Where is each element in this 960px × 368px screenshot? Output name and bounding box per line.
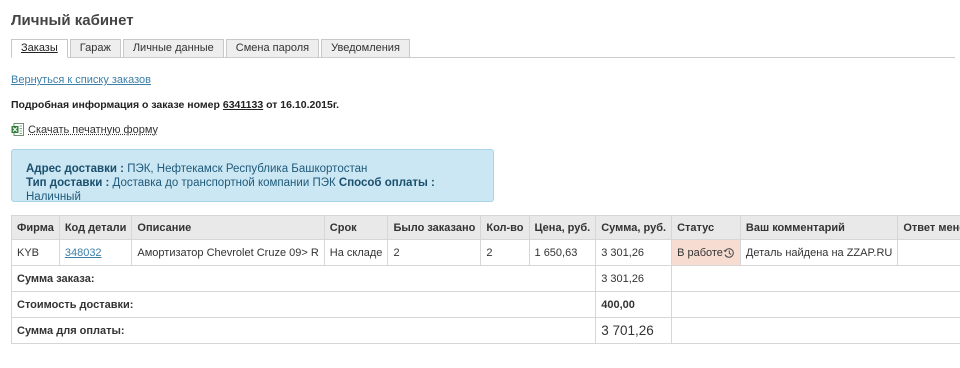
tab-personal-data[interactable]: Личные данные <box>122 39 224 58</box>
delivery-cost-label: Стоимость доставки: <box>10 291 597 318</box>
cell-part-code: 348032 <box>58 239 133 266</box>
order-items-table: Фирма Код детали Описание Срок Было зака… <box>10 215 960 344</box>
order-info: Подробная информация о заказе номер 6341… <box>11 99 339 111</box>
col-comment: Ваш комментарий <box>739 215 899 240</box>
order-sum-label: Сумма заказа: <box>10 265 597 292</box>
col-part-code: Код детали <box>58 215 133 240</box>
delivery-address-label: Адрес доставки : <box>26 163 124 175</box>
col-qty: Кол-во <box>480 215 530 240</box>
order-date: от 16.10.2015г. <box>266 99 340 111</box>
col-sum: Сумма, руб. <box>595 215 673 240</box>
summary-row-order-sum: Сумма заказа: 3 301,26 <box>10 265 960 292</box>
col-price: Цена, руб. <box>528 215 597 240</box>
back-to-orders-link[interactable]: Вернуться к списку заказов <box>11 74 151 86</box>
cell-comment: Деталь найдена на ZZAP.RU <box>739 239 899 266</box>
cell-description: Амортизатор Chevrolet Cruze 09> R <box>131 239 325 266</box>
tab-notifications[interactable]: Уведомления <box>321 39 410 58</box>
tabs-divider <box>11 57 955 58</box>
delivery-address-line: Адрес доставки : ПЭК, Нефтекамск Республ… <box>26 162 479 176</box>
cell-qty: 2 <box>480 239 530 266</box>
cell-ordered: 2 <box>387 239 482 266</box>
part-code-link[interactable]: 348032 <box>65 247 102 259</box>
history-icon[interactable] <box>723 247 735 259</box>
tab-orders[interactable]: Заказы <box>11 39 68 58</box>
order-info-prefix: Подробная информация о заказе номер <box>11 99 220 111</box>
total-value: 3 701,26 <box>595 317 673 344</box>
cell-price: 1 650,63 <box>528 239 597 266</box>
col-term: Срок <box>323 215 389 240</box>
delivery-type-value: Доставка до транспортной компании ПЭК <box>112 177 336 189</box>
tab-bar: Заказы Гараж Личные данные Смена пароля … <box>11 39 412 58</box>
cell-brand: KYB <box>11 239 60 266</box>
summary-row-delivery: Стоимость доставки: 400,00 <box>10 291 960 318</box>
cell-status: В работе <box>671 239 741 266</box>
cell-sum: 3 301,26 <box>595 239 673 266</box>
col-description: Описание <box>131 215 325 240</box>
status-label: В работе <box>677 246 723 259</box>
delivery-info-box: Адрес доставки : ПЭК, Нефтекамск Республ… <box>11 149 494 204</box>
total-label: Сумма для оплаты: <box>10 317 597 344</box>
order-sum-value: 3 301,26 <box>595 265 673 292</box>
status-content: В работе <box>677 247 735 259</box>
order-number: 6341133 <box>222 99 264 111</box>
download-print-form-link[interactable]: Скачать печатную форму <box>28 124 158 136</box>
delivery-type-line: Тип доставки : Доставка до транспортной … <box>26 176 479 204</box>
tab-garage[interactable]: Гараж <box>69 39 121 58</box>
summary-row-total: Сумма для оплаты: 3 701,26 <box>10 317 960 344</box>
print-form-row: Скачать печатную форму <box>11 123 158 136</box>
col-status: Статус <box>671 215 741 240</box>
page-title: Личный кабинет <box>11 12 134 29</box>
col-brand: Фирма <box>11 215 60 240</box>
delivery-cost-value: 400,00 <box>595 291 673 318</box>
delivery-type-label: Тип доставки : <box>26 177 110 189</box>
col-manager-reply: Ответ менеджера <box>897 215 960 240</box>
tab-change-password[interactable]: Смена пароля <box>225 39 320 58</box>
summary-empty-2 <box>671 291 960 318</box>
col-ordered: Было заказано <box>387 215 482 240</box>
payment-method-value: Наличный <box>26 191 81 203</box>
delivery-address-value: ПЭК, Нефтекамск Республика Башкортостан <box>127 163 368 175</box>
table-row: KYB 348032 Амортизатор Chevrolet Cruze 0… <box>11 239 960 266</box>
cell-manager-reply <box>897 239 960 266</box>
table-header-row: Фирма Код детали Описание Срок Было зака… <box>11 215 960 240</box>
summary-empty-1 <box>671 265 960 292</box>
excel-file-icon <box>11 123 24 136</box>
summary-empty-3 <box>671 317 960 344</box>
payment-method-label: Способ оплаты : <box>338 177 435 189</box>
cell-term: На складе <box>323 239 389 266</box>
